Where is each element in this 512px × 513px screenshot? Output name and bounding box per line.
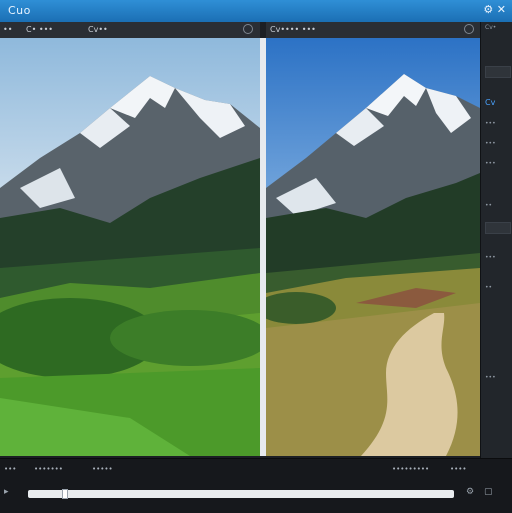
- left-image-pane[interactable]: [0, 38, 260, 456]
- mountain-road-image: [266, 38, 480, 456]
- sidebar-field[interactable]: [485, 222, 511, 234]
- bottom-label: •••••: [92, 465, 113, 473]
- sidebar-field[interactable]: [485, 66, 511, 78]
- window-controls[interactable]: ⚙ ✕: [483, 3, 506, 16]
- sidebar-item[interactable]: ••: [485, 284, 492, 291]
- refresh-icon[interactable]: [243, 24, 253, 34]
- timeline-slider[interactable]: [28, 489, 454, 499]
- mountain-valley-image: [0, 38, 260, 456]
- bottom-toolbar: ••• ••••••• ••••• ••••••••• •••• ▸ ⚙ ▢: [0, 458, 512, 513]
- bottom-label: ••••: [450, 465, 467, 473]
- sidebar-item[interactable]: •••: [485, 160, 496, 167]
- expand-icon[interactable]: ▢: [484, 487, 493, 497]
- sidebar-accent-label[interactable]: Cv: [485, 98, 511, 112]
- left-panel-label-3: Cv••: [88, 25, 108, 34]
- bottom-label: •••: [4, 465, 17, 473]
- right-image-pane[interactable]: [266, 38, 480, 456]
- sidebar-item[interactable]: •••: [485, 374, 496, 381]
- bottom-label: •••••••: [34, 465, 63, 473]
- sidebar-item[interactable]: •••: [485, 120, 496, 127]
- tool-sidebar: Cv• Cv ••• ••• ••• •• ••• •• •••: [480, 22, 512, 474]
- right-panel-label-1: Cv•••• •••: [270, 25, 316, 34]
- left-panel-header: •• C• ••• Cv••: [0, 22, 260, 39]
- left-panel-label-2: C• •••: [26, 25, 54, 34]
- title-bar: Cuo ⚙ ✕: [0, 0, 512, 22]
- play-icon[interactable]: ▸: [4, 487, 9, 497]
- sidebar-top-label: Cv•: [485, 24, 497, 31]
- settings-icon[interactable]: ⚙: [466, 487, 474, 497]
- sidebar-item[interactable]: •••: [485, 140, 496, 147]
- left-panel-label-1: ••: [3, 25, 13, 34]
- sidebar-item[interactable]: ••: [485, 202, 492, 209]
- slider-knob[interactable]: [62, 489, 68, 499]
- app-title: Cuo: [8, 4, 31, 17]
- refresh-icon[interactable]: [464, 24, 474, 34]
- bottom-label: •••••••••: [392, 465, 430, 473]
- right-panel-header: Cv•••• •••: [266, 22, 480, 39]
- sidebar-item[interactable]: •••: [485, 254, 496, 261]
